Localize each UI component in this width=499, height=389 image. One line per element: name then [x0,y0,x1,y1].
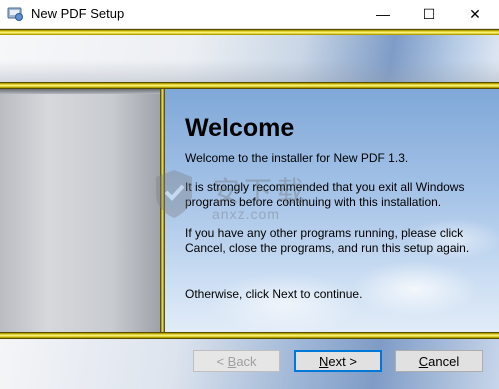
recommendation-paragraph: It is strongly recommended that you exit… [185,180,465,209]
cancel-button-mnemonic: C [418,353,429,369]
back-button-label: ack [236,353,257,369]
gold-stripe-upper [0,82,499,89]
minimize-button[interactable]: — [360,0,406,28]
welcome-content: Welcome Welcome to the installer for New… [165,89,499,332]
minimize-icon: — [376,6,390,22]
side-image-panel [0,89,160,332]
back-button[interactable]: < Back [193,350,280,372]
header-banner-shade [0,60,499,82]
maximize-icon: ☐ [422,5,436,22]
back-button-prefix: < [216,353,228,369]
cancel-button[interactable]: Cancel [395,350,483,372]
welcome-paragraph: Welcome to the installer for New PDF 1.3… [185,151,409,165]
cancel-button-label: ancel [428,353,460,369]
back-button-mnemonic: B [227,353,237,369]
cancel-instructions-paragraph: If you have any other programs running, … [185,226,470,255]
maximize-button[interactable]: ☐ [406,0,452,28]
close-button[interactable]: ✕ [452,0,498,28]
gold-stripe-lower [0,332,499,339]
installer-icon [7,7,23,21]
continue-paragraph: Otherwise, click Next to continue. [185,287,363,301]
close-icon: ✕ [469,5,481,22]
next-button-mnemonic: N [319,353,329,369]
side-panel-strip [0,89,160,94]
next-button-label: ext > [328,353,357,369]
welcome-heading: Welcome [185,114,295,142]
setup-window: New PDF Setup — ☐ ✕ Welcome Welcome to t… [0,0,499,389]
next-button[interactable]: Next > [294,350,382,372]
title-bar[interactable]: New PDF Setup — ☐ ✕ [0,0,499,29]
window-title: New PDF Setup [31,6,125,21]
